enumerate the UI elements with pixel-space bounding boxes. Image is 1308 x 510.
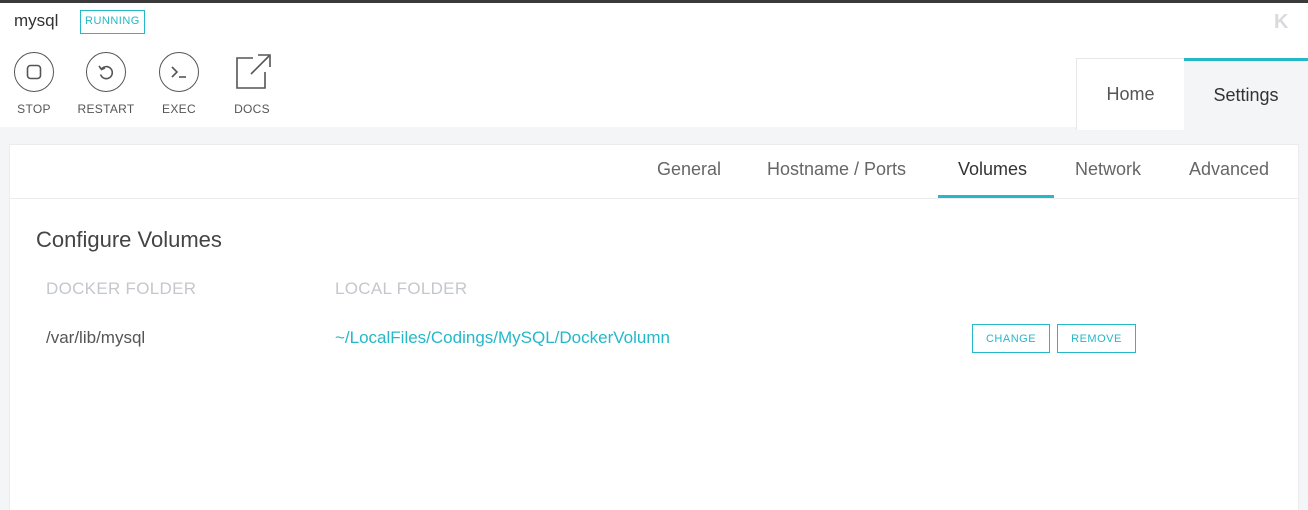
settings-panel: General Hostname / Ports Volumes Network… <box>9 144 1299 510</box>
change-button[interactable]: CHANGE <box>972 324 1050 353</box>
subtab-volumes[interactable]: Volumes <box>958 159 1027 180</box>
active-tab-indicator <box>938 195 1054 198</box>
tab-settings[interactable]: Settings <box>1184 58 1308 130</box>
docker-folder-header: DOCKER FOLDER <box>46 279 197 298</box>
settings-subtabs: General Hostname / Ports Volumes Network… <box>10 145 1298 199</box>
subtab-hostname-ports[interactable]: Hostname / Ports <box>767 159 906 180</box>
docs-label: DOCS <box>234 102 270 116</box>
subtab-advanced[interactable]: Advanced <box>1189 159 1269 180</box>
kitematic-logo: K <box>1274 11 1289 33</box>
stop-label: STOP <box>17 102 51 116</box>
terminal-icon <box>159 52 199 92</box>
docs-button[interactable]: DOCS <box>222 52 282 116</box>
stop-icon <box>14 52 54 92</box>
local-folder-link[interactable]: ~/LocalFiles/Codings/MySQL/DockerVolumn <box>335 328 670 348</box>
docker-folder-path: /var/lib/mysql <box>46 328 146 347</box>
section-title: Configure Volumes <box>36 227 222 252</box>
tab-home[interactable]: Home <box>1076 58 1184 130</box>
restart-icon <box>86 52 126 92</box>
stop-button[interactable]: STOP <box>4 52 64 116</box>
view-tabs: Home Settings <box>1076 58 1308 130</box>
container-name: mysql <box>14 11 59 30</box>
restart-button[interactable]: RESTART <box>76 52 136 116</box>
exec-label: EXEC <box>162 102 196 116</box>
subtab-general[interactable]: General <box>657 159 721 180</box>
remove-button[interactable]: REMOVE <box>1057 324 1136 353</box>
status-badge: RUNNING <box>80 10 145 34</box>
container-header: mysql RUNNING K STOP RESTART EXEC DOCS H… <box>0 3 1308 130</box>
local-folder-header: LOCAL FOLDER <box>335 279 468 298</box>
external-link-icon <box>231 52 273 92</box>
restart-label: RESTART <box>77 102 135 116</box>
exec-button[interactable]: EXEC <box>149 52 209 116</box>
subtab-network[interactable]: Network <box>1075 159 1141 180</box>
